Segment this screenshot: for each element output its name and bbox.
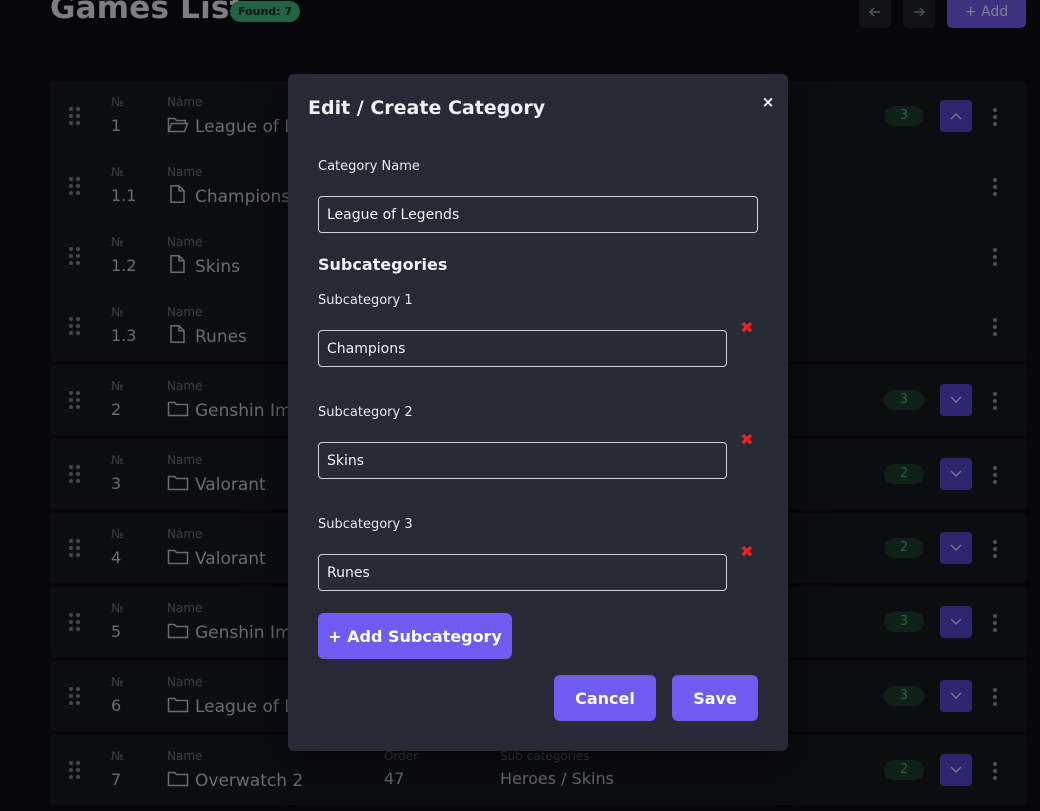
category-modal: Edit / Create Category × Category Name S…	[288, 74, 788, 751]
remove-subcategory-1-icon[interactable]: ✖	[739, 320, 755, 336]
modal-title: Edit / Create Category	[308, 97, 546, 119]
subcategory-3-label: Subcategory 3	[318, 517, 413, 532]
cancel-button[interactable]: Cancel	[554, 675, 656, 721]
save-button[interactable]: Save	[672, 675, 758, 721]
subcategory-2-input[interactable]	[318, 442, 727, 479]
add-subcategory-button[interactable]: + Add Subcategory	[318, 613, 512, 659]
subcategory-2-label: Subcategory 2	[318, 405, 413, 420]
category-name-label: Category Name	[318, 159, 420, 174]
category-name-input[interactable]	[318, 196, 758, 233]
close-icon[interactable]: ×	[761, 94, 775, 110]
subcategories-title: Subcategories	[318, 255, 448, 274]
subcategory-1-input[interactable]	[318, 330, 727, 367]
subcategory-3-input[interactable]	[318, 554, 727, 591]
subcategory-1-label: Subcategory 1	[318, 293, 413, 308]
remove-subcategory-2-icon[interactable]: ✖	[739, 432, 755, 448]
remove-subcategory-3-icon[interactable]: ✖	[739, 544, 755, 560]
